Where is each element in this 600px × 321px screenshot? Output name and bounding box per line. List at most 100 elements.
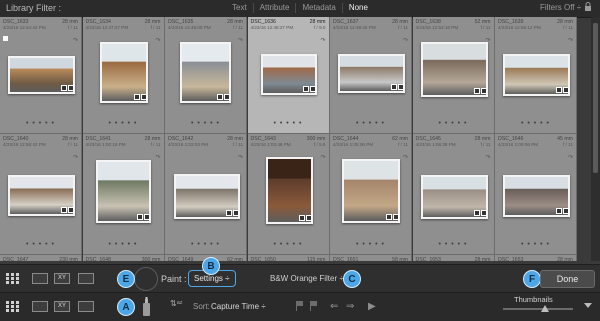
rotate-badge-icon[interactable]: ↷ (568, 154, 573, 161)
collection-badge-icon (133, 94, 140, 100)
rotate-badge-icon[interactable]: ↷ (320, 37, 325, 44)
collection-badge-icon (226, 210, 232, 216)
grid-cell[interactable]: DSC_1634 28 mm 4/23/16 12:47:27 PM f / 11 • … (82, 17, 165, 134)
compare-view-button-2[interactable]: XY (54, 301, 70, 312)
grid-cell[interactable]: DSC_1651 58 mm (330, 255, 412, 261)
grid-cell[interactable]: DSC_1643 300 mm 4/23/16 1:03:48 PM f / 5.6 •… (247, 134, 330, 255)
rating-dots[interactable]: • • • • • (0, 241, 81, 248)
edited-badge-icon (68, 85, 74, 91)
rating-dots[interactable]: • • • • • (248, 241, 329, 248)
filter-none[interactable]: None (343, 3, 374, 13)
rotate-right-icon[interactable]: ⇒ (346, 301, 354, 312)
rating-dots[interactable]: • • • • • (413, 241, 494, 248)
photo-filename: DSC_1648 (85, 257, 111, 261)
grid-cell[interactable]: DSC_1644 62 mm 4/23/16 1:05:06 PM f / 11 • •… (330, 134, 412, 255)
compare-view-button[interactable]: XY (54, 273, 70, 284)
rotate-badge-icon[interactable]: ↷ (485, 154, 490, 161)
toolbar-menu-icon[interactable] (584, 303, 592, 308)
rotate-left-icon[interactable]: ⇐ (330, 301, 338, 312)
loupe-view-button-2[interactable] (32, 301, 48, 312)
photo-capture-date: 4/23/16 1:05:06 PM (333, 142, 374, 147)
grid-view-icon-2[interactable] (6, 301, 20, 312)
grid-view-icon[interactable] (6, 273, 20, 284)
photo-aperture: f / 9.0 (314, 25, 326, 30)
grid-cell[interactable]: DSC_1653 28 mm (495, 255, 577, 261)
grid-scrollbar[interactable] (591, 17, 600, 261)
lock-icon[interactable] (584, 2, 592, 12)
grid-cell[interactable]: DSC_1647 230 mm (0, 255, 82, 261)
rating-dots[interactable]: • • • • • (330, 241, 411, 248)
filter-text[interactable]: Text (226, 3, 254, 13)
done-button[interactable]: Done (540, 270, 595, 288)
rotate-badge-icon[interactable]: ↷ (73, 154, 78, 161)
grid-cell[interactable]: DSC_1639 28 mm 4/23/16 12:55:12 PM f / 11 • … (495, 17, 577, 134)
rating-dots[interactable]: • • • • • (165, 241, 246, 248)
thumbnail-size-slider[interactable] (503, 305, 573, 312)
grid-cell[interactable]: DSC_1645 28 mm 4/23/16 1:06:38 PM f / 11 • •… (412, 134, 495, 255)
loupe-view-button[interactable] (32, 273, 48, 284)
survey-view-button[interactable] (78, 273, 94, 284)
rating-dots[interactable]: • • • • • (165, 120, 246, 127)
filters-off-dropdown[interactable]: Filters Off ÷ (540, 3, 581, 12)
rotate-badge-icon[interactable]: ↷ (238, 154, 243, 161)
photo-aperture: f / 11 (68, 142, 78, 147)
painter-tool-ring[interactable] (134, 267, 158, 291)
photo-filename: DSC_1653 (415, 257, 441, 261)
rating-dots[interactable]: • • • • • (83, 120, 164, 127)
flag-pick-icon[interactable] (296, 301, 304, 311)
rotate-badge-icon[interactable]: ↷ (320, 154, 325, 161)
photo-thumbnail[interactable] (265, 157, 313, 224)
grid-cell[interactable]: DSC_1646 45 mm 4/23/16 1:09:06 PM f / 11 • •… (495, 134, 577, 255)
rotate-badge-icon[interactable]: ↷ (485, 37, 490, 44)
photo-aperture: f / 11 (233, 25, 243, 30)
grid-cell[interactable]: DSC_1633 28 mm 4/23/16 12:44:44 PM f / 11 • … (0, 17, 82, 134)
grid-cell[interactable]: DSC_1638 52 mm 4/23/16 12:53:16 PM f / 11 • … (412, 17, 495, 134)
photo-capture-date: 4/23/16 1:09:06 PM (498, 142, 539, 147)
rating-dots[interactable]: • • • • • (330, 120, 411, 127)
rating-dots[interactable]: • • • • • (495, 120, 576, 127)
sort-direction-icon[interactable]: ⇅ᵃᶻ (170, 299, 183, 308)
scrollbar-thumb[interactable] (593, 23, 598, 173)
flag-reject-icon[interactable] (310, 301, 318, 311)
photo-capture-date: 4/23/16 12:48:27 PM (250, 25, 294, 30)
rotate-badge-icon[interactable]: ↷ (155, 37, 160, 44)
photo-filename: DSC_1647 (3, 257, 29, 261)
preset-dropdown[interactable]: B&W Orange Filter ÷ (270, 274, 344, 283)
filter-metadata[interactable]: Metadata (296, 3, 343, 13)
grid-cell[interactable]: DSC_1640 28 mm 4/23/16 12:58:42 PM f / 11 • … (0, 134, 82, 255)
survey-view-button-2[interactable] (78, 301, 94, 312)
grid-cell[interactable]: DSC_1650 115 mm (247, 255, 330, 261)
rating-dots[interactable]: • • • • • (413, 120, 494, 127)
photo-capture-date: 4/23/16 1:02:03 PM (168, 142, 209, 147)
pick-flag-icon[interactable] (3, 36, 8, 41)
grid-cell[interactable]: DSC_1642 28 mm 4/23/16 1:02:03 PM f / 11 • •… (165, 134, 247, 255)
grid-cell[interactable]: DSC_1637 28 mm 4/23/16 12:49:42 PM f / 11 • … (330, 17, 412, 134)
rating-dots[interactable]: • • • • • (0, 120, 81, 127)
grid-cell[interactable]: DSC_1653 28 mm (412, 255, 495, 261)
sort-dropdown[interactable]: Capture Time ÷ (211, 302, 266, 311)
rotate-badge-icon[interactable]: ↷ (238, 37, 243, 44)
rotate-badge-icon[interactable]: ↷ (155, 154, 160, 161)
grid-cell[interactable]: DSC_1636 28 mm 4/23/16 12:48:27 PM f / 9.0 •… (247, 17, 330, 134)
rating-dots[interactable]: • • • • • (83, 241, 164, 248)
rotate-badge-icon[interactable]: ↷ (568, 37, 573, 44)
painter-spray-can-icon[interactable] (142, 297, 151, 317)
rotate-badge-icon[interactable]: ↷ (403, 154, 408, 161)
photo-aperture: f / 11 (68, 25, 78, 30)
filter-attribute[interactable]: Attribute (254, 3, 297, 13)
grid-cell[interactable]: DSC_1641 28 mm 4/23/16 1:00:16 PM f / 11 • •… (82, 134, 165, 255)
photo-focal-length: 62 mm (227, 257, 243, 261)
rotate-badge-icon[interactable]: ↷ (73, 37, 78, 44)
slider-knob[interactable] (541, 305, 549, 312)
play-icon[interactable]: ▶ (368, 301, 376, 312)
photo-capture-date: 4/23/16 12:58:42 PM (3, 142, 46, 147)
rotate-badge-icon[interactable]: ↷ (403, 37, 408, 44)
photo-capture-date: 4/23/16 12:49:42 PM (333, 25, 376, 30)
rating-dots[interactable]: • • • • • (495, 241, 576, 248)
collection-badge-icon (386, 214, 392, 220)
grid-cell[interactable]: DSC_1648 300 mm (82, 255, 165, 261)
photo-focal-length: 230 mm (59, 257, 78, 261)
photo-aperture: f / 11 (150, 142, 161, 147)
rating-dots[interactable]: • • • • • (248, 120, 329, 127)
grid-cell[interactable]: DSC_1635 28 mm 4/23/16 12:48:00 PM f / 11 • … (165, 17, 247, 134)
